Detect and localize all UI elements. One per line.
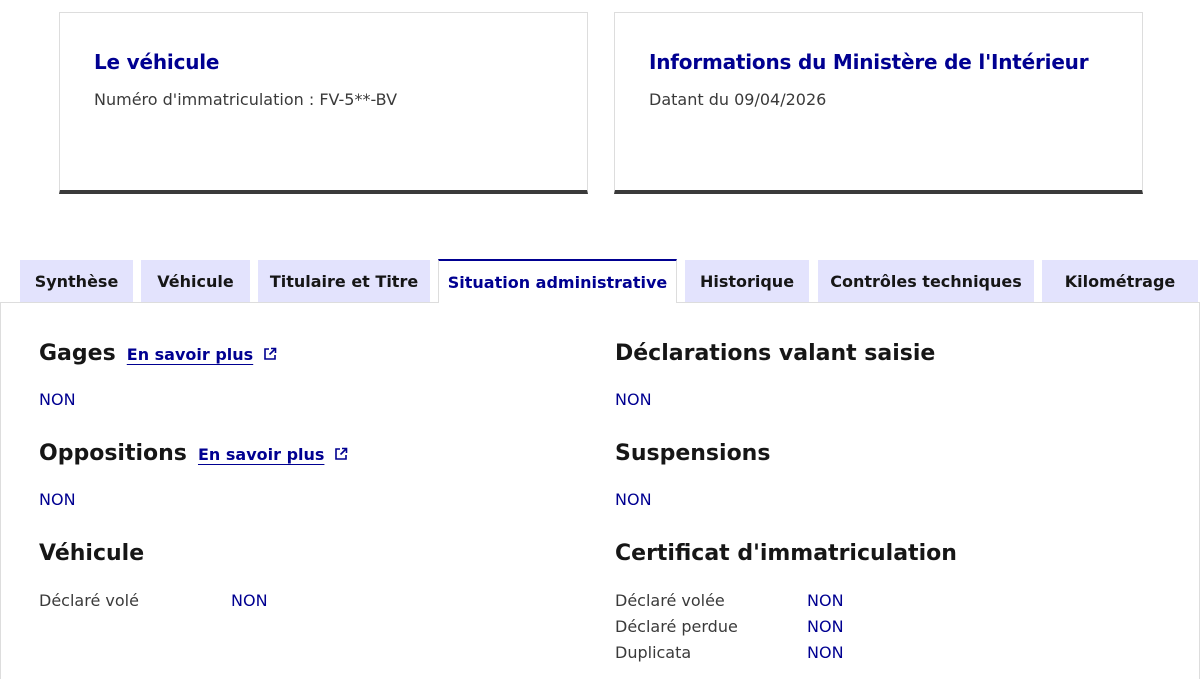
suspensions-title: Suspensions xyxy=(615,441,771,466)
certificat-duplicata-value: NON xyxy=(807,643,844,662)
saisie-title: Déclarations valant saisie xyxy=(615,341,936,366)
oppositions-title: Oppositions xyxy=(39,441,187,466)
oppositions-heading: Oppositions En savoir plus xyxy=(39,440,348,468)
tab-vehicule[interactable]: Véhicule xyxy=(141,260,250,302)
ministry-card: Informations du Ministère de l'Intérieur… xyxy=(614,12,1143,194)
gages-title: Gages xyxy=(39,341,116,366)
oppositions-value: NON xyxy=(39,490,76,509)
tab-controles-techniques[interactable]: Contrôles techniques xyxy=(818,260,1034,302)
tab-titulaire-titre[interactable]: Titulaire et Titre xyxy=(258,260,430,302)
vehicle-card: Le véhicule Numéro d'immatriculation : F… xyxy=(59,12,588,194)
plate-number-text: Numéro d'immatriculation : FV-5**-BV xyxy=(94,90,398,109)
certificat-declared-lost-label: Déclaré perdue xyxy=(615,617,738,636)
oppositions-more-link[interactable]: En savoir plus xyxy=(198,445,348,464)
certificat-declared-lost-value: NON xyxy=(807,617,844,636)
tab-historique[interactable]: Historique xyxy=(685,260,809,302)
gages-more-link[interactable]: En savoir plus xyxy=(127,345,277,364)
external-link-icon xyxy=(264,347,277,360)
certificat-declared-stolen-label: Déclaré volée xyxy=(615,591,725,610)
vehicle-card-title: Le véhicule xyxy=(94,50,220,74)
ministry-date-text: Datant du 09/04/2026 xyxy=(649,90,827,109)
oppositions-more-link-label: En savoir plus xyxy=(197,445,325,464)
vehicule-declared-stolen-label: Déclaré volé xyxy=(39,591,139,610)
tab-kilometrage[interactable]: Kilométrage xyxy=(1042,260,1198,302)
suspensions-value: NON xyxy=(615,490,652,509)
tab-synthese[interactable]: Synthèse xyxy=(20,260,133,302)
tab-situation-administrative[interactable]: Situation administrative xyxy=(438,259,677,303)
ministry-card-title: Informations du Ministère de l'Intérieur xyxy=(649,50,1089,74)
saisie-value: NON xyxy=(615,390,652,409)
certificat-duplicata-label: Duplicata xyxy=(615,643,692,662)
external-link-icon xyxy=(335,447,348,460)
certificat-declared-stolen-value: NON xyxy=(807,591,844,610)
vehicule-title: Véhicule xyxy=(39,541,145,566)
certificat-title: Certificat d'immatriculation xyxy=(615,541,957,566)
gages-value: NON xyxy=(39,390,76,409)
gages-heading: Gages En savoir plus xyxy=(39,340,277,368)
tab-panel-situation-administrative: Gages En savoir plus NON Oppositions En … xyxy=(0,302,1200,679)
vehicule-declared-stolen-value: NON xyxy=(231,591,268,610)
gages-more-link-label: En savoir plus xyxy=(126,345,254,364)
